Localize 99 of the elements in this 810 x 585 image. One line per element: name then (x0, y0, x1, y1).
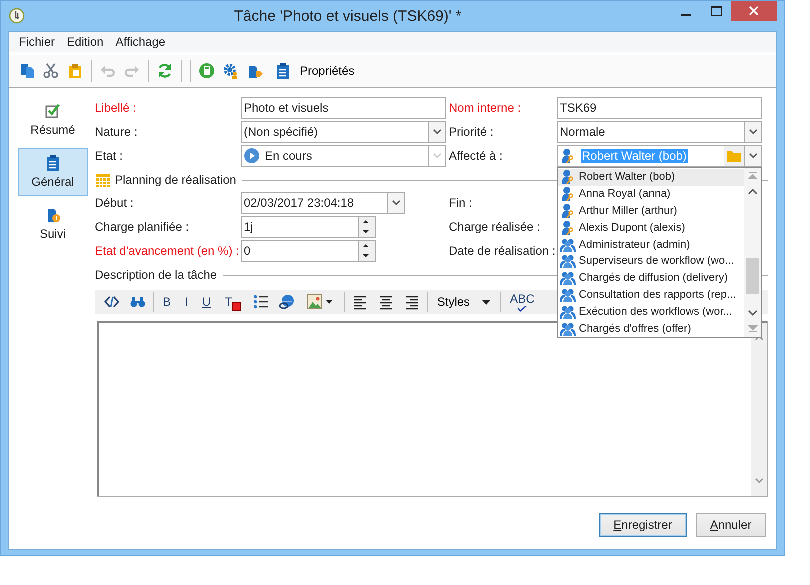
scroll-down-icon[interactable] (748, 309, 758, 317)
gear-icon[interactable] (223, 63, 239, 79)
group-icon (560, 270, 576, 286)
field-value: 0 (244, 244, 251, 258)
field-label: Fin : (448, 195, 474, 212)
dropdown-option[interactable]: Robert Walter (bob) (558, 169, 744, 186)
text-field[interactable]: Photo et visuels (241, 97, 446, 119)
underline-button[interactable]: U (200, 292, 214, 312)
number-field[interactable]: 1j (241, 216, 376, 238)
dialog-button[interactable]: Annuler (696, 513, 766, 537)
field-value: Robert Walter (bob) (581, 149, 688, 163)
checkmark-icon (515, 306, 530, 312)
dropdown-field[interactable]: (Non spécifié) (241, 121, 446, 143)
bullet-list-icon[interactable] (253, 294, 270, 310)
dropdown-option[interactable]: Chargés de diffusion (delivery) (558, 270, 744, 287)
paste-icon[interactable] (67, 63, 83, 79)
clipboard-icon (45, 155, 61, 171)
user-icon (560, 202, 576, 219)
scroll-up-icon[interactable] (754, 335, 764, 341)
field-label: Charge réalisée : (448, 219, 542, 236)
dropdown-arrow-icon[interactable] (323, 299, 336, 305)
field-value: (Non spécifié) (244, 125, 318, 139)
scrollbar[interactable] (744, 168, 761, 337)
user-icon (560, 220, 576, 236)
group-icon (560, 253, 576, 270)
styles-dropdown[interactable]: Styles (435, 292, 494, 312)
dropdown-option[interactable]: Chargés d'offres (offer) (558, 320, 744, 337)
section-title: Planning de réalisation (115, 173, 236, 187)
scrollbar-thumb[interactable] (746, 258, 759, 294)
text-color-button[interactable]: T (223, 292, 244, 312)
tag-icon[interactable] (247, 63, 263, 79)
user-icon (560, 186, 576, 202)
field-label: Date de réalisation : (448, 243, 557, 260)
scrollbar[interactable] (751, 323, 767, 496)
window-title: Tâche 'Photo et visuels (TSK69)' * (233, 8, 463, 24)
number-field[interactable]: 0 (241, 240, 376, 262)
clipboard-icon (275, 63, 291, 79)
sidebar-tab[interactable]: Général (18, 148, 88, 196)
user-icon (560, 169, 576, 186)
field-label: Etat : (95, 148, 124, 165)
field-value: En cours (265, 149, 312, 163)
checkbox-icon (45, 103, 61, 119)
cut-icon[interactable] (43, 63, 59, 79)
source-code-icon[interactable] (104, 294, 120, 310)
dropdown-option[interactable]: Anna Royal (anna) (558, 186, 744, 203)
binoculars-icon[interactable] (130, 294, 146, 310)
dialog-button[interactable]: Enregistrer (599, 513, 687, 537)
field-value: 1j (244, 220, 254, 234)
group-icon (560, 320, 576, 337)
text-field[interactable]: TSK69 (557, 97, 762, 119)
app-icon (9, 8, 25, 24)
field-value: Photo et visuels (244, 101, 329, 115)
group-icon (560, 304, 576, 320)
refresh-icon[interactable] (157, 63, 173, 79)
copy-icon[interactable] (19, 63, 35, 79)
dropdown-option[interactable]: Arthur Miller (arthur) (558, 202, 744, 220)
field-value: 02/03/2017 23:04:18 (244, 196, 354, 210)
datetime-field[interactable]: 02/03/2017 23:04:18 (241, 192, 405, 214)
field-label: Charge planifiée : (95, 219, 190, 236)
dropdown-field[interactable]: Normale (557, 121, 762, 143)
maximize-icon (710, 6, 722, 16)
field-label: Début : (95, 195, 135, 212)
dropdown-option[interactable]: Superviseurs de workflow (wo... (558, 252, 744, 270)
group-icon (560, 236, 576, 253)
field-label: Priorité : (448, 124, 495, 141)
field-label: Etat d'avancement (en %) : (95, 243, 240, 260)
menu-item[interactable]: Affichage (110, 35, 172, 49)
spellcheck-button[interactable]: ABC (508, 292, 537, 312)
section-title: Description de la tâche (95, 268, 218, 282)
group-icon (560, 286, 576, 303)
calculator-icon[interactable] (199, 63, 215, 79)
minimize-icon (681, 14, 691, 16)
align-left-icon[interactable] (352, 294, 368, 310)
field-value: TSK69 (560, 101, 597, 115)
bold-button[interactable]: B (161, 292, 174, 312)
align-right-icon[interactable] (404, 294, 420, 310)
menu-item[interactable]: Fichier (13, 35, 62, 49)
field-label: Affecté à : (448, 148, 504, 165)
menu-item[interactable]: Edition (61, 35, 110, 49)
dropdown-option[interactable]: Alexis Dupont (alexis) (558, 219, 744, 236)
field-label: Nature : (95, 124, 139, 141)
calendar-icon (95, 172, 111, 188)
properties-button[interactable]: Propriétés (271, 63, 355, 79)
dropdown-option[interactable]: Exécution des workflows (wor... (558, 303, 744, 320)
user-icon (560, 148, 576, 164)
globe-link-icon[interactable] (279, 294, 296, 310)
document-info-icon (45, 207, 61, 223)
dropdown-option[interactable]: Administrateur (admin) (558, 236, 744, 253)
field-label: Nom interne : (448, 100, 522, 117)
scroll-up-icon[interactable] (748, 188, 758, 196)
dropdown-option[interactable]: Consultation des rapports (rep... (558, 286, 744, 304)
field-label: Libellé : (95, 100, 138, 117)
close-icon (749, 6, 759, 16)
align-center-icon[interactable] (378, 294, 394, 310)
field-value: Normale (560, 125, 606, 139)
dropdown-arrow-icon (482, 300, 492, 304)
italic-button[interactable]: I (183, 292, 190, 312)
play-icon (244, 148, 260, 164)
close-button[interactable] (731, 1, 777, 21)
